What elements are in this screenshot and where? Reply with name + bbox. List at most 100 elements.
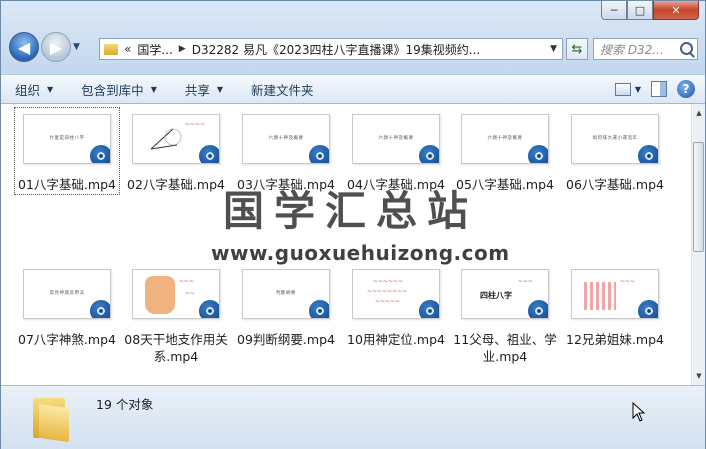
maximize-button[interactable]: □: [627, 1, 653, 20]
media-player-icon: [526, 298, 548, 318]
file-item[interactable]: ~~~ ~~ 08天干地支作用关系.mp4: [122, 269, 230, 365]
caption-buttons: ─ □ ✕: [601, 1, 699, 23]
include-in-library-label: 包含到库中: [81, 82, 144, 98]
media-player-icon: [197, 298, 219, 318]
organize-label: 组织: [15, 82, 41, 98]
minimize-button[interactable]: ─: [601, 1, 627, 20]
handwritten-notes: ~~~: [179, 278, 195, 285]
file-item[interactable]: ~~~~~~ ~~~~~~~~ ~~~~~ 10用神定位.mp4: [342, 269, 450, 348]
media-player-icon: [88, 143, 110, 163]
thumbnail-title: 如何排大運小運流年: [592, 136, 638, 141]
new-folder-button[interactable]: 新建文件夹: [237, 80, 328, 99]
video-thumbnail: 六親十神及概要: [242, 114, 330, 164]
file-item[interactable]: 常見神煞及用法 07八字神煞.mp4: [13, 269, 121, 348]
new-folder-label: 新建文件夹: [251, 82, 314, 98]
back-button[interactable]: ◀: [9, 32, 39, 62]
handwritten-notes: ~~~: [518, 278, 534, 285]
arrow-left-icon: ◀: [17, 37, 31, 57]
command-bar: 组织 ▼ 包含到库中 ▼ 共享 ▼ 新建文件夹 ▼ ?: [1, 74, 705, 104]
video-thumbnail: ~~~ ~~: [132, 269, 220, 319]
address-dropdown-icon[interactable]: ▼: [550, 44, 557, 54]
handwritten-notes: ~~~~~: [375, 298, 401, 305]
handwritten-notes: ~~~~~~~~: [367, 288, 408, 295]
close-button[interactable]: ✕: [653, 1, 699, 20]
watermark-url: www.guoxuehuizong.com: [211, 241, 510, 265]
media-player-icon: [307, 143, 329, 163]
handwritten-notes: ~~~~: [185, 121, 206, 128]
recent-pages-dropdown[interactable]: ▼: [73, 42, 83, 52]
view-dropdown-icon[interactable]: ▼: [635, 85, 641, 94]
breadcrumb-separator-icon[interactable]: ▶: [179, 44, 186, 54]
media-player-icon: [417, 298, 439, 318]
search-placeholder: 搜索 D32...: [600, 42, 664, 57]
organize-menu[interactable]: 组织 ▼: [1, 80, 67, 99]
share-menu[interactable]: 共享 ▼: [171, 80, 237, 99]
file-name: 02八字基础.mp4: [127, 177, 225, 192]
media-player-icon: [636, 298, 658, 318]
navigation-buttons: ◀ ▶ ▼: [9, 32, 83, 62]
vertical-scrollbar[interactable]: ▲ ▼: [691, 104, 705, 385]
file-item[interactable]: 如何排大運小運流年 06八字基础.mp4: [561, 114, 669, 193]
search-icon[interactable]: [680, 42, 693, 55]
file-name: 09判断纲要.mp4: [237, 332, 335, 347]
toolbar-right: ▼ ?: [614, 80, 695, 98]
video-thumbnail: 常見神煞及用法: [23, 269, 111, 319]
file-name: 12兄弟姐妹.mp4: [566, 332, 664, 347]
media-player-icon: [88, 298, 110, 318]
file-name: 07八字神煞.mp4: [18, 332, 116, 347]
media-player-icon: [526, 143, 548, 163]
address-overflow-chevron[interactable]: «: [124, 42, 131, 56]
thumbnail-title: 六親十神及概要: [487, 136, 523, 141]
file-item[interactable]: 四柱八字 ~~~ 11父母、祖业、学业.mp4: [451, 269, 559, 365]
refresh-icon: ⇆: [571, 41, 583, 57]
chevron-down-icon: ▼: [216, 84, 224, 94]
thumbnail-title: 六親十神及概要: [378, 136, 414, 141]
change-view-icon[interactable]: [614, 82, 631, 96]
refresh-button[interactable]: ⇆: [566, 38, 588, 60]
thumbnail-title: 判斷綱要: [276, 291, 296, 296]
video-thumbnail: ~~~~: [132, 114, 220, 164]
scroll-down-icon[interactable]: ▼: [693, 369, 705, 383]
calendar-illustration: [584, 282, 616, 310]
item-count: 19 个对象: [96, 397, 154, 412]
file-name: 06八字基础.mp4: [566, 177, 664, 192]
file-name: 10用神定位.mp4: [347, 332, 445, 347]
file-item[interactable]: ~~~ 12兄弟姐妹.mp4: [561, 269, 669, 348]
video-thumbnail: 六親十神及概要: [461, 114, 549, 164]
file-item[interactable]: 什麼是四柱八字 01八字基础.mp4: [13, 114, 121, 193]
handwritten-notes: ~~~: [620, 278, 636, 285]
preview-pane-icon[interactable]: [651, 81, 667, 97]
explorer-window: ─ □ ✕ ◀ ▶ ▼ « 国学... ▶ D32282 易凡《2023四柱八字…: [0, 0, 706, 449]
file-item[interactable]: 判斷綱要 09判断纲要.mp4: [232, 269, 340, 348]
address-bar[interactable]: « 国学... ▶ D32282 易凡《2023四柱八字直播课》19集视频约..…: [99, 38, 563, 60]
video-thumbnail: ~~~: [571, 269, 659, 319]
scroll-up-icon[interactable]: ▲: [693, 106, 705, 120]
folder-icon: [33, 394, 73, 443]
file-name: 01八字基础.mp4: [18, 177, 116, 192]
video-thumbnail: ~~~~~~ ~~~~~~~~ ~~~~~: [352, 269, 440, 319]
video-thumbnail: 如何排大運小運流年: [571, 114, 659, 164]
breadcrumb-item-current[interactable]: D32282 易凡《2023四柱八字直播课》19集视频约...: [192, 41, 480, 58]
include-in-library-menu[interactable]: 包含到库中 ▼: [67, 80, 171, 99]
file-item[interactable]: ~~~~ 02八字基础.mp4: [122, 114, 230, 193]
media-player-icon: [307, 298, 329, 318]
details-pane: 19 个对象: [1, 385, 705, 449]
file-name: 11父母、祖业、学业.mp4: [453, 332, 557, 364]
arrow-right-icon: ▶: [49, 37, 63, 57]
mouse-cursor-icon: [632, 402, 646, 422]
palm-illustration: [145, 276, 175, 314]
forward-button[interactable]: ▶: [41, 32, 71, 62]
search-input[interactable]: 搜索 D32...: [593, 38, 698, 60]
scrollbar-thumb[interactable]: [693, 142, 704, 252]
media-player-icon: [417, 143, 439, 163]
media-player-icon: [197, 143, 219, 163]
help-icon[interactable]: ?: [677, 80, 695, 98]
chevron-down-icon: ▼: [47, 84, 54, 94]
share-label: 共享: [184, 82, 210, 98]
video-thumbnail: 判斷綱要: [242, 269, 330, 319]
handwritten-notes: ~~~~~~: [373, 278, 404, 285]
thumbnail-title: 四柱八字: [480, 291, 512, 300]
breadcrumb-item[interactable]: 国学...: [137, 41, 172, 58]
video-thumbnail: 什麼是四柱八字: [23, 114, 111, 164]
thumbnail-title: 六親十神及概要: [268, 136, 304, 141]
